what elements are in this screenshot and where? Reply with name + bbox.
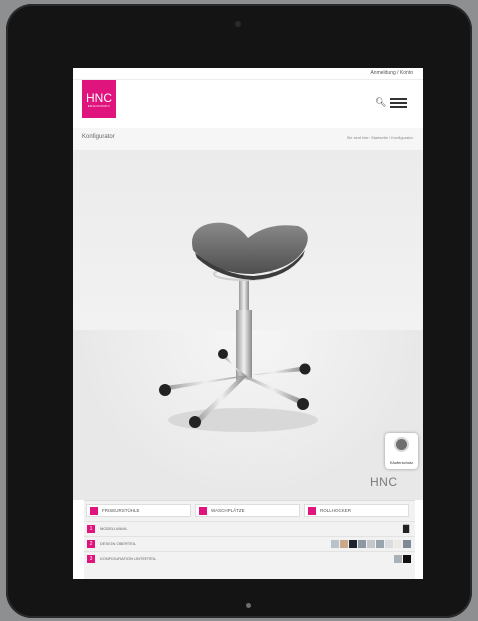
model-selector: ▇ — [402, 525, 411, 533]
search-icon[interactable]: 🔍︎ — [375, 97, 386, 108]
color-swatch[interactable] — [394, 555, 402, 563]
color-swatch[interactable] — [376, 540, 384, 548]
color-swatch[interactable] — [367, 540, 375, 548]
step-label: MODELLWAHL — [100, 526, 128, 531]
frame-swatches — [393, 555, 411, 563]
tab-friseurstuehle[interactable]: FRISEURSTÜHLE — [86, 504, 191, 517]
design-swatches — [330, 540, 411, 548]
step-modellwahl[interactable]: 1 MODELLWAHL ▇ — [84, 521, 415, 536]
washbasin-icon — [199, 507, 207, 515]
brand-logo[interactable]: HNC ERGONOMIC — [82, 80, 116, 118]
account-link[interactable]: Anmeldung / Konto — [370, 70, 413, 76]
step-design-oberteil[interactable]: 2 DESIGN OBERTEIL — [84, 536, 415, 551]
color-swatch[interactable] — [349, 540, 357, 548]
step-number: 3 — [87, 555, 95, 563]
tab-label: ROLLHOCKER — [320, 508, 352, 513]
page-title: Konfigurator — [82, 134, 115, 140]
color-swatch[interactable] — [403, 555, 411, 563]
color-swatch[interactable] — [358, 540, 366, 548]
configurator-panel: FRISEURSTÜHLE WASCHPLÄTZE ROLLHOCKER 1 M… — [84, 500, 415, 579]
buyer-protection-badge[interactable]: Käuferschutz — [385, 433, 418, 469]
subheader: Konfigurator Sie sind hier: Startseite /… — [73, 128, 423, 150]
header: HNC ERGONOMIC 🔍︎ — [73, 80, 423, 126]
breadcrumb[interactable]: Sie sind hier: Startseite / Konfigurator — [347, 135, 413, 140]
step-number: 2 — [87, 540, 95, 548]
badge-label: Käuferschutz — [389, 460, 414, 465]
color-swatch[interactable] — [331, 540, 339, 548]
color-swatch[interactable] — [394, 540, 402, 548]
tablet-frame: Anmeldung / Konto HNC ERGONOMIC 🔍︎ Konfi… — [6, 4, 472, 618]
camera-dot — [235, 21, 241, 27]
tab-rollhocker[interactable]: ROLLHOCKER — [304, 504, 409, 517]
chair-icon — [90, 507, 98, 515]
logo-text: HNC — [86, 91, 112, 105]
color-swatch[interactable] — [385, 540, 393, 548]
step-label: KONFIGURATION UNTERTEIL — [100, 556, 157, 561]
stool-icon — [308, 507, 316, 515]
tab-waschplaetze[interactable]: WASCHPLÄTZE — [195, 504, 300, 517]
trusted-shops-icon — [394, 437, 409, 452]
tab-label: WASCHPLÄTZE — [211, 508, 245, 513]
color-swatch[interactable] — [403, 540, 411, 548]
saddle-stool-image[interactable] — [73, 150, 423, 500]
category-tabs: FRISEURSTÜHLE WASCHPLÄTZE ROLLHOCKER — [84, 504, 415, 518]
web-page: Anmeldung / Konto HNC ERGONOMIC 🔍︎ Konfi… — [73, 68, 423, 579]
step-konfiguration-unterteil[interactable]: 3 KONFIGURATION UNTERTEIL — [84, 551, 415, 566]
color-swatch[interactable] — [340, 540, 348, 548]
step-number: 1 — [87, 525, 95, 533]
stool-model-icon[interactable]: ▇ — [403, 525, 411, 533]
step-label: DESIGN OBERTEIL — [100, 541, 137, 546]
stage-watermark-logo: HNC — [370, 475, 398, 489]
product-stage: Käuferschutz HNC — [73, 150, 423, 500]
home-button[interactable] — [246, 603, 251, 608]
hamburger-menu-icon[interactable] — [390, 98, 407, 108]
top-bar: Anmeldung / Konto — [73, 68, 423, 80]
tab-label: FRISEURSTÜHLE — [102, 508, 140, 513]
